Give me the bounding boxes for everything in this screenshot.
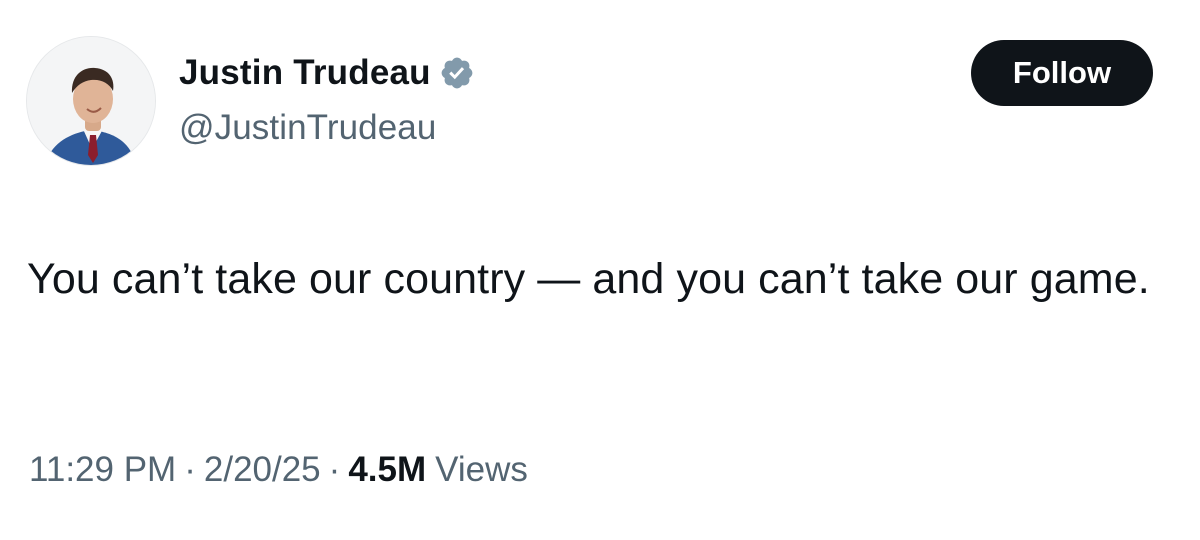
separator-dot: ·	[184, 450, 196, 489]
tweet-text: You can’t take our country — and you can…	[27, 255, 1150, 303]
separator-dot: ·	[328, 450, 341, 489]
profile-photo-icon	[27, 37, 155, 165]
views-label[interactable]: Views	[435, 450, 528, 490]
tweet-metadata: 11:29 PM · 2/20/25 · 4.5M Views	[29, 450, 528, 490]
author-name-row: Justin Trudeau	[179, 50, 475, 96]
views-count[interactable]: 4.5M	[348, 450, 426, 490]
tweet-date[interactable]: 2/20/25	[204, 450, 321, 490]
avatar[interactable]	[26, 36, 156, 166]
verified-badge-icon[interactable]	[439, 55, 475, 91]
display-name[interactable]: Justin Trudeau	[179, 53, 431, 93]
follow-button[interactable]: Follow	[971, 40, 1153, 106]
author-handle[interactable]: @JustinTrudeau	[179, 108, 436, 148]
tweet-card: Justin Trudeau @JustinTrudeau Follow You…	[0, 0, 1200, 540]
tweet-time[interactable]: 11:29 PM	[29, 450, 176, 490]
